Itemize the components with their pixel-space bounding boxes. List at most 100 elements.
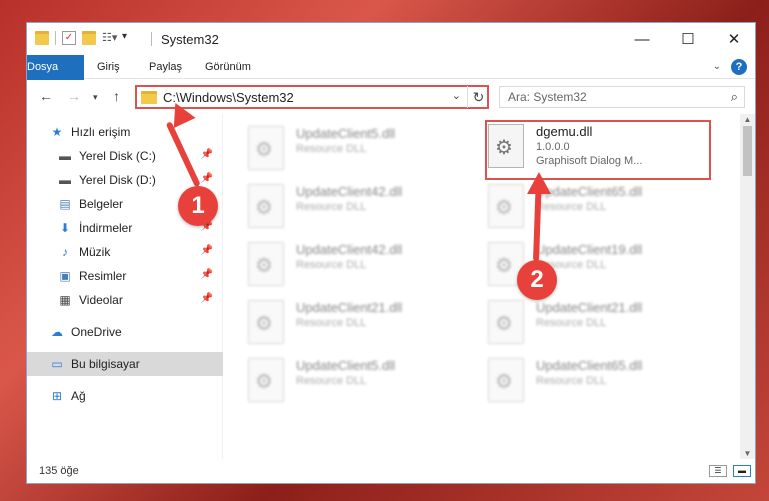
computer-icon: ▭	[51, 357, 63, 371]
help-icon[interactable]: ?	[731, 59, 747, 75]
document-icon: ▤	[59, 197, 71, 211]
sidebar-item-pictures[interactable]: ▣ Resimler 📌	[27, 264, 223, 288]
file-type: Resource DLL	[296, 259, 367, 271]
drive-icon: ▬	[59, 173, 71, 187]
status-bar: 135 öğe ☰ ▬	[27, 459, 755, 483]
list-item[interactable]: UpdateClient65.dll Resource DLL	[488, 180, 708, 232]
details-view-icon[interactable]: ☰	[709, 465, 727, 477]
search-icon[interactable]: ⌕	[731, 89, 738, 105]
ribbon-expand-icon[interactable]: ⌄	[713, 61, 721, 72]
tiles-view-icon[interactable]: ▬	[733, 465, 751, 477]
up-arrow-icon[interactable]: ↑	[113, 88, 120, 104]
step-badge-1: 1	[178, 186, 218, 226]
sidebar-item-label: Bu bilgisayar	[71, 357, 140, 371]
forward-arrow-icon[interactable]: →	[67, 88, 81, 104]
sidebar-item-label: Yerel Disk (D:)	[79, 173, 156, 187]
file-type: Resource DLL	[296, 201, 367, 213]
sidebar-item-label: Resimler	[79, 269, 127, 283]
dll-file-icon	[248, 358, 284, 402]
dll-file-icon	[248, 184, 284, 228]
file-name: UpdateClient42.dll	[296, 242, 403, 257]
title-bar: ✓ ☷▾ ▾ System32 — ☐ ✕	[27, 23, 755, 55]
arrow-2-head	[527, 172, 551, 194]
navigation-bar: ← → ▾ ↑ C:\Windows\System32 ⌄ ↻ Ara: Sys…	[27, 80, 755, 114]
video-icon: ▦	[59, 293, 71, 307]
dll-file-icon	[488, 184, 524, 228]
divider	[151, 32, 152, 46]
sidebar-item-quick-access[interactable]: ★ Hızlı erişim	[27, 120, 223, 144]
download-icon: ⬇	[59, 221, 71, 235]
sidebar-item-label: İndirmeler	[79, 221, 133, 235]
sidebar-item-local-disk-c[interactable]: ▬ Yerel Disk (C:) 📌	[27, 144, 223, 168]
star-icon: ★	[51, 125, 63, 139]
list-item[interactable]: UpdateClient42.dll Resource DLL	[248, 238, 468, 290]
qat-dropdown-icon[interactable]: ▾	[122, 31, 136, 45]
window-title: System32	[161, 32, 219, 47]
pin-icon[interactable]: 📌	[201, 293, 213, 304]
quick-access-toolbar: ✓ ☷▾ ▾	[35, 31, 136, 45]
drive-icon: ▬	[59, 149, 71, 163]
navigation-pane: ★ Hızlı erişim ▬ Yerel Disk (C:) 📌 ▬ Yer…	[27, 114, 223, 459]
file-name: UpdateClient5.dll	[296, 126, 396, 141]
sidebar-item-music[interactable]: ♪ Müzik 📌	[27, 240, 223, 264]
file-type: Resource DLL	[536, 375, 607, 387]
tab-view[interactable]: Görünüm	[205, 55, 251, 79]
sidebar-item-label: Ağ	[71, 389, 86, 403]
close-button[interactable]: ✕	[711, 23, 755, 55]
sidebar-item-network[interactable]: ⊞ Ağ	[27, 384, 223, 408]
folder-icon	[141, 91, 157, 104]
file-type: Resource DLL	[296, 317, 367, 329]
tab-home[interactable]: Giriş	[97, 55, 120, 79]
scroll-down-icon[interactable]: ▼	[740, 449, 755, 458]
scrollbar-thumb[interactable]	[743, 126, 752, 176]
sidebar-item-videos[interactable]: ▦ Videolar 📌	[27, 288, 223, 312]
customize-icon[interactable]: ☷▾	[102, 31, 117, 45]
sidebar-item-label: Yerel Disk (C:)	[79, 149, 156, 163]
search-input[interactable]: Ara: System32 ⌕	[499, 86, 745, 108]
ribbon: Dosya Giriş Paylaş Görünüm ⌄ ?	[27, 55, 755, 107]
sidebar-item-label: Müzik	[79, 245, 111, 259]
sidebar-item-label: Belgeler	[79, 197, 124, 211]
pin-icon[interactable]: 📌	[201, 245, 213, 256]
dll-file-icon	[248, 126, 284, 170]
dll-file-icon	[488, 300, 524, 344]
cloud-icon: ☁	[51, 325, 63, 339]
list-item[interactable]: UpdateClient21.dll Resource DLL	[488, 296, 708, 348]
refresh-icon[interactable]: ↻	[467, 86, 489, 108]
list-item[interactable]: UpdateClient42.dll Resource DLL	[248, 180, 468, 232]
file-type: Resource DLL	[296, 375, 367, 387]
pin-icon[interactable]: 📌	[201, 173, 213, 184]
sidebar-item-label: OneDrive	[71, 325, 122, 339]
back-arrow-icon[interactable]: ←	[39, 88, 53, 104]
search-placeholder: Ara: System32	[508, 90, 587, 104]
properties-icon[interactable]: ✓	[62, 31, 76, 45]
sidebar-item-this-pc[interactable]: ▭ Bu bilgisayar	[27, 352, 223, 376]
music-icon: ♪	[62, 245, 68, 259]
list-item[interactable]: UpdateClient65.dll Resource DLL	[488, 354, 708, 406]
pin-icon[interactable]: 📌	[201, 149, 213, 160]
list-item[interactable]: UpdateClient5.dll Resource DLL	[248, 122, 468, 174]
file-name: UpdateClient19.dll	[536, 242, 643, 257]
tab-share[interactable]: Paylaş	[149, 55, 182, 79]
step-badge-2: 2	[517, 260, 557, 300]
list-item[interactable]: UpdateClient21.dll Resource DLL	[248, 296, 468, 348]
sidebar-item-onedrive[interactable]: ☁ OneDrive	[27, 320, 223, 344]
list-item[interactable]: UpdateClient5.dll Resource DLL	[248, 354, 468, 406]
file-name: UpdateClient65.dll	[536, 358, 643, 373]
folder-icon	[35, 31, 49, 45]
maximize-button[interactable]: ☐	[665, 23, 711, 55]
scroll-up-icon[interactable]: ▲	[740, 115, 755, 124]
address-dropdown-icon[interactable]: ⌄	[452, 89, 461, 102]
new-folder-icon[interactable]	[82, 31, 96, 45]
pin-icon[interactable]: 📌	[201, 269, 213, 280]
network-icon: ⊞	[51, 389, 63, 403]
file-name: UpdateClient21.dll	[296, 300, 403, 315]
recent-dropdown-icon[interactable]: ▾	[93, 92, 98, 103]
vertical-scrollbar[interactable]: ▲ ▼	[740, 114, 755, 459]
file-name: UpdateClient21.dll	[536, 300, 643, 315]
minimize-button[interactable]: —	[619, 23, 665, 55]
item-count: 135 öğe	[39, 465, 79, 477]
dll-file-icon	[488, 358, 524, 402]
file-highlight-box	[485, 120, 711, 180]
sidebar-item-label: Hızlı erişim	[71, 125, 131, 139]
